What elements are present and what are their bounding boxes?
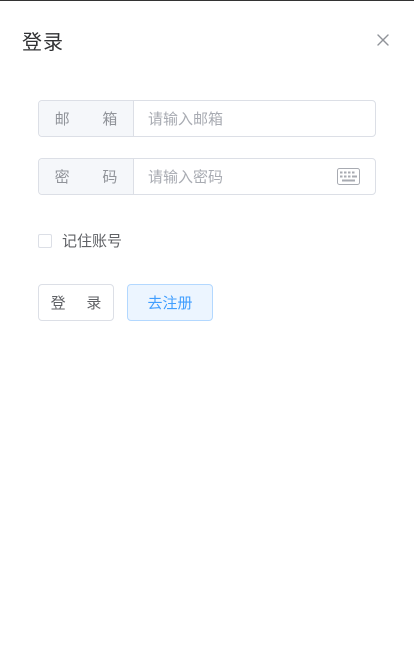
close-button[interactable] — [374, 31, 392, 49]
dialog-header: 登录 — [0, 1, 414, 81]
login-dialog: 登录 邮 箱 密 码 — [0, 0, 414, 659]
login-form: 邮 箱 密 码 — [38, 100, 376, 216]
remember-account-checkbox[interactable] — [38, 233, 52, 248]
close-icon — [377, 34, 389, 46]
remember-account-label: 记住账号 — [62, 232, 123, 250]
login-button[interactable]: 登 录 — [38, 284, 114, 321]
register-button[interactable]: 去注册 — [127, 284, 213, 321]
password-field-group: 密 码 — [38, 158, 376, 195]
keyboard-icon — [337, 168, 360, 185]
form-actions: 登 录 去注册 — [38, 284, 213, 321]
keyboard-button[interactable] — [337, 168, 360, 185]
email-input[interactable] — [134, 101, 375, 136]
email-field-label: 邮 箱 — [39, 101, 134, 136]
email-field-group: 邮 箱 — [38, 100, 376, 137]
remember-account-option[interactable]: 记住账号 — [38, 230, 122, 251]
password-field-label: 密 码 — [39, 159, 134, 194]
dialog-title: 登录 — [22, 30, 64, 54]
